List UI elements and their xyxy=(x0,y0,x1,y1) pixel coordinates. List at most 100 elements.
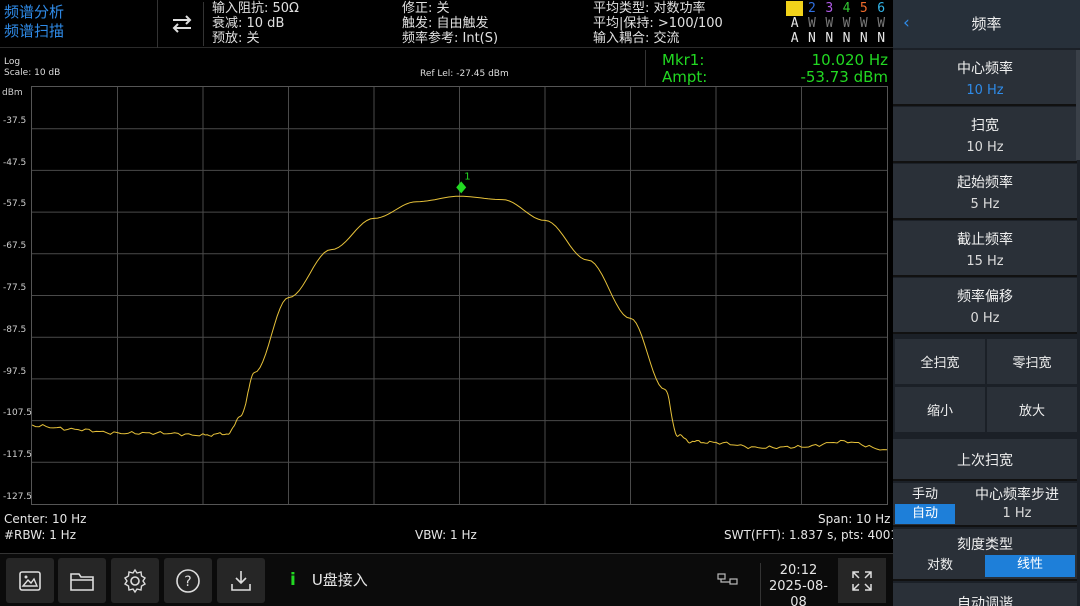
scale-per-div-text: Scale: 10 dB xyxy=(4,68,61,78)
center-frequency-label: 中心频率 xyxy=(957,61,1013,77)
attenuation: 衰减: 10 dB xyxy=(212,16,285,31)
scale-type-button[interactable]: 刻度类型 对数 线性 xyxy=(893,529,1077,581)
freq-reference: 频率参考: Int(S) xyxy=(402,31,499,46)
zoom-out-button[interactable]: 缩小 xyxy=(895,387,985,432)
trigger: 触发: 自由触发 xyxy=(402,16,489,31)
y-axis-tick-label: -127.5 xyxy=(3,492,33,502)
trace-2-number[interactable]: 2 xyxy=(803,1,820,16)
y-axis-tick-label: -57.5 xyxy=(3,199,27,210)
trace-5-detector: N xyxy=(859,31,868,46)
mode-selector[interactable]: 频谱分析 频谱扫描 xyxy=(0,0,158,48)
input-info[interactable]: 输入阻抗: 50Ω 衰减: 10 dB 预放: 关 xyxy=(212,1,299,46)
fullscreen-icon[interactable] xyxy=(838,558,886,603)
center-frequency-button[interactable]: 中心频率 10 Hz xyxy=(893,50,1077,106)
bottom-toolbar: ? i U盘接入 20:12 2025-08-08 xyxy=(0,553,893,606)
download-icon[interactable] xyxy=(217,558,265,603)
y-axis-tick-label: -67.5 xyxy=(3,241,27,252)
marker-readout: Mkr1: 10.020 Hz Ampt: -53.73 dBm xyxy=(645,50,890,86)
vbw-readout[interactable]: VBW: 1 Hz xyxy=(415,528,477,542)
span-button[interactable]: 扫宽 10 Hz xyxy=(893,107,1077,163)
scale-type-text: Log xyxy=(4,57,21,67)
cf-step-button[interactable]: 手动 自动 中心频率步进 1 Hz xyxy=(893,483,1077,527)
panel-scrollbar[interactable] xyxy=(1076,50,1080,160)
last-span-button[interactable]: 上次扫宽 xyxy=(893,439,1077,481)
zero-span-button[interactable]: 零扫宽 xyxy=(987,339,1077,384)
date: 2025-08-08 xyxy=(768,579,828,606)
svg-text:?: ? xyxy=(184,574,191,590)
panel-header: ‹ 频率 xyxy=(893,0,1080,48)
panel-title: 频率 xyxy=(971,15,1002,33)
auto-tune-label: 自动调谐 xyxy=(957,596,1013,606)
start-frequency-label: 起始频率 xyxy=(957,175,1013,191)
start-frequency-button[interactable]: 起始频率 5 Hz xyxy=(893,164,1077,220)
trace-4-number[interactable]: 4 xyxy=(838,1,855,16)
y-axis-tick-label: -47.5 xyxy=(3,157,27,168)
trigger-info[interactable]: 修正: 关 触发: 自由触发 频率参考: Int(S) xyxy=(402,1,498,46)
frequency-panel: ‹ 频率 中心频率 10 Hz 扫宽 10 Hz 起始频率 5 Hz 截止频率 … xyxy=(893,0,1080,606)
folder-icon[interactable] xyxy=(58,558,106,603)
network-icon xyxy=(717,572,739,589)
amplitude-value: -53.73 dBm xyxy=(800,68,888,86)
trace-3-detector: N xyxy=(825,31,834,46)
span-label: 扫宽 xyxy=(971,118,999,134)
frequency-offset-value: 0 Hz xyxy=(970,311,1000,326)
auto-tune-button[interactable]: 自动调谐 xyxy=(893,583,1077,606)
trace-1-number[interactable]: 1 xyxy=(786,1,804,16)
trace-4-mode: W xyxy=(842,16,851,31)
sweep-mode-label: 频谱扫描 xyxy=(4,22,65,40)
marker-1-diamond[interactable] xyxy=(456,181,467,194)
trace-1-mode: A xyxy=(790,16,799,31)
preamp: 预放: 关 xyxy=(212,31,260,46)
y-axis-tick-label: -107.5 xyxy=(3,408,33,419)
ref-level: Ref Lel: -27.45 dBm xyxy=(420,69,509,79)
clock: 20:12 2025-08-08 xyxy=(760,563,836,606)
scale-log-option[interactable]: 对数 xyxy=(895,556,985,576)
trace-status[interactable]: 1 2 3 4 5 6 A W W W W W A N N N N N xyxy=(786,1,890,47)
frequency-offset-button[interactable]: 频率偏移 0 Hz xyxy=(893,278,1077,334)
cf-step-manual[interactable]: 手动 xyxy=(895,485,955,505)
trace-2-mode: W xyxy=(808,16,816,31)
input-impedance: 输入阻抗: 50Ω xyxy=(212,1,299,16)
trace-6-mode: W xyxy=(877,16,886,31)
swap-icon[interactable] xyxy=(160,2,204,46)
start-frequency-value: 5 Hz xyxy=(970,197,1000,212)
full-span-button[interactable]: 全扫宽 xyxy=(895,339,985,384)
spectrum-plot[interactable]: 1 xyxy=(31,86,888,505)
trace-5-number[interactable]: 5 xyxy=(855,1,872,16)
trace-4-detector: N xyxy=(842,31,851,46)
sweep-time-readout[interactable]: SWT(FFT): 1.837 s, pts: 4001 xyxy=(724,528,898,542)
help-icon[interactable]: ? xyxy=(164,558,212,603)
average-hold: 平均|保持: >100/100 xyxy=(593,16,723,31)
center-frequency-value: 10 Hz xyxy=(966,83,1004,98)
zoom-in-button[interactable]: 放大 xyxy=(987,387,1077,432)
correction: 修正: 关 xyxy=(402,1,450,16)
average-info[interactable]: 平均类型: 对数功率 平均|保持: >100/100 输入耦合: 交流 xyxy=(593,1,723,46)
span-value: 10 Hz xyxy=(966,140,1004,155)
cf-step-auto[interactable]: 自动 xyxy=(895,504,955,524)
last-span-label: 上次扫宽 xyxy=(957,453,1013,469)
gear-icon[interactable] xyxy=(111,558,159,603)
scale-linear-option[interactable]: 线性 xyxy=(985,555,1075,577)
span-readout[interactable]: Span: 10 Hz xyxy=(818,512,890,526)
time: 20:12 xyxy=(779,563,818,578)
frequency-offset-label: 频率偏移 xyxy=(957,289,1013,305)
mode-label: 频谱分析 xyxy=(4,3,65,21)
cf-step-value: 1 Hz xyxy=(1002,506,1032,521)
trace-3-number[interactable]: 3 xyxy=(821,1,838,16)
marker-frequency: 10.020 Hz xyxy=(811,51,888,69)
trace-6-number[interactable]: 6 xyxy=(872,1,889,16)
stop-frequency-label: 截止频率 xyxy=(957,232,1013,248)
center-frequency[interactable]: Center: 10 Hz xyxy=(4,512,86,526)
info-icon: i xyxy=(290,569,296,590)
stop-frequency-button[interactable]: 截止频率 15 Hz xyxy=(893,221,1077,277)
input-coupling: 输入耦合: 交流 xyxy=(593,31,680,46)
spectrum-graph[interactable]: 1 xyxy=(31,87,888,504)
average-type: 平均类型: 对数功率 xyxy=(593,1,706,16)
screenshot-icon[interactable] xyxy=(6,558,54,603)
scale-type-label: 刻度类型 xyxy=(957,537,1013,553)
y-axis-tick-label: -37.5 xyxy=(3,115,27,126)
trace-5-mode: W xyxy=(859,16,868,31)
y-axis-tick-label: -77.5 xyxy=(3,283,27,293)
rbw-readout[interactable]: #RBW: 1 Hz xyxy=(4,528,76,542)
cf-step-label: 中心频率步进 xyxy=(975,487,1059,503)
